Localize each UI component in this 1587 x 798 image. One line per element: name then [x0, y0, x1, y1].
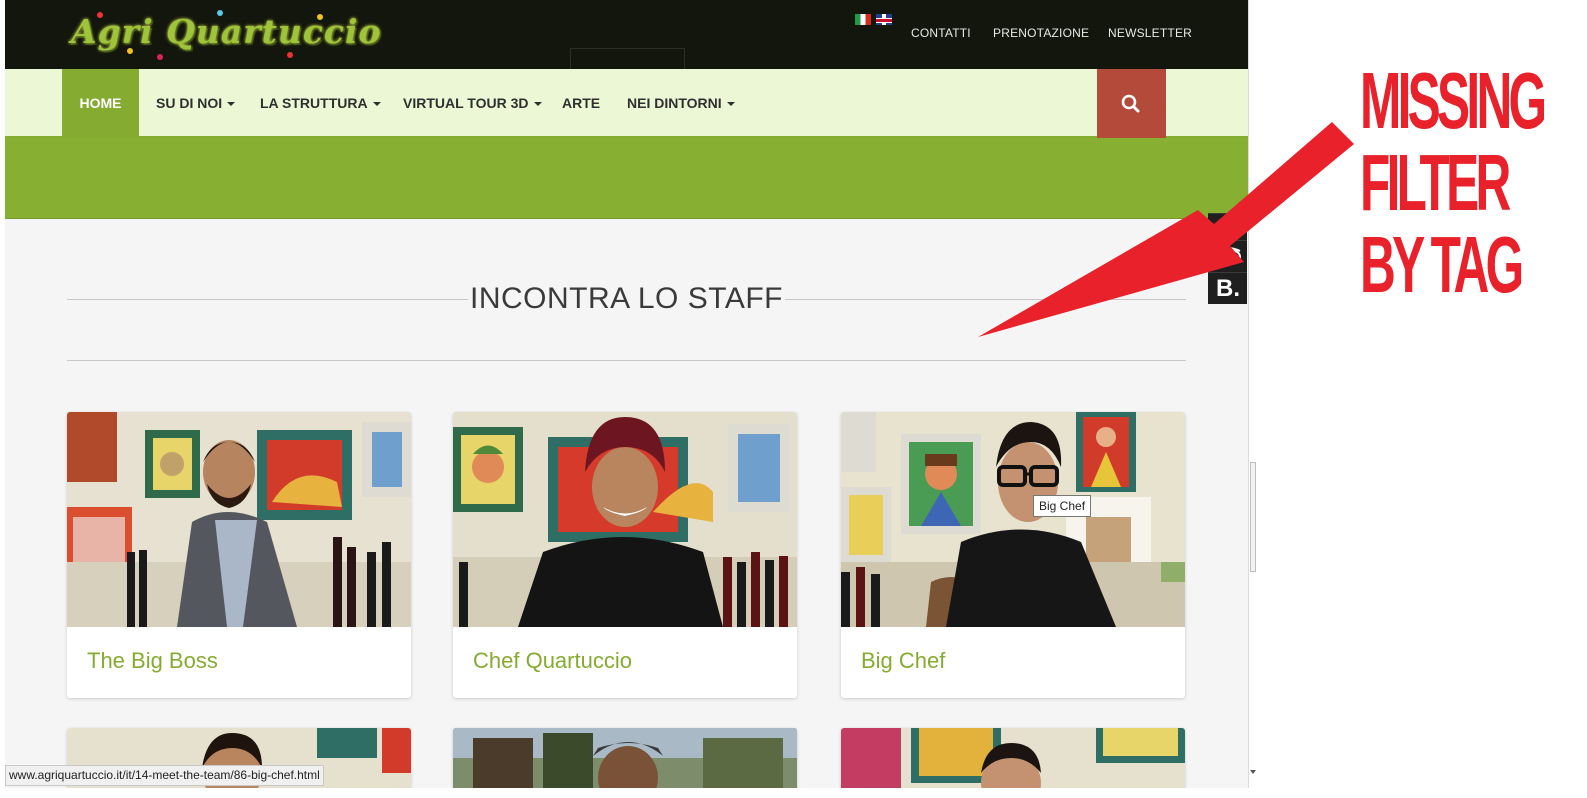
staff-card-big-boss[interactable]: The Big Boss [67, 412, 411, 698]
staff-photo[interactable] [453, 412, 797, 627]
logo-text: Agri Quartuccio [71, 12, 382, 51]
scroll-down-arrow-icon[interactable] [1250, 770, 1256, 774]
staff-photo[interactable] [841, 412, 1185, 627]
top-link-newsletter[interactable]: NEWSLETTER [1108, 26, 1192, 40]
nav-label: HOME [79, 95, 122, 111]
nav-label: LA STRUTTURA [260, 95, 368, 111]
staff-photo[interactable] [841, 728, 1185, 788]
annotation-line: BY TAG [1360, 220, 1524, 309]
annotation-arrow-icon [978, 122, 1354, 337]
caret-down-icon [227, 102, 236, 107]
nav-item-nei-dintorni[interactable]: NEI DINTORNI [627, 69, 735, 136]
top-tab-outline [570, 48, 685, 70]
nav-item-la-struttura[interactable]: LA STRUTTURA [260, 69, 381, 136]
top-link-prenotazione[interactable]: PRENOTAZIONE [993, 26, 1089, 40]
staff-name[interactable]: The Big Boss [87, 648, 218, 674]
italian-flag-icon[interactable] [855, 14, 871, 25]
annotation-text: MISSING FILTER BY TAG [1360, 56, 1547, 309]
staff-card-row2-2[interactable] [453, 728, 797, 788]
top-link-contatti[interactable]: CONTATTI [911, 26, 971, 40]
scrollbar-thumb[interactable] [1250, 462, 1256, 572]
caret-down-icon [533, 102, 542, 107]
staff-photo[interactable] [453, 728, 797, 788]
nav-label: VIRTUAL TOUR 3D [403, 95, 529, 111]
nav-item-arte[interactable]: ARTE [562, 69, 600, 136]
staff-name[interactable]: Big Chef [861, 648, 945, 674]
staff-photo[interactable] [67, 412, 411, 627]
nav-item-virtual-tour[interactable]: VIRTUAL TOUR 3D [403, 69, 542, 136]
caret-down-icon [372, 102, 381, 107]
nav-item-home[interactable]: HOME [62, 69, 139, 136]
tooltip: Big Chef [1033, 495, 1092, 517]
annotation-line: FILTER [1360, 138, 1511, 227]
site-logo[interactable]: Agri Quartuccio [67, 8, 381, 66]
nav-label: SU DI NOI [156, 95, 223, 111]
nav-label: NEI DINTORNI [627, 95, 722, 111]
top-bar: Agri Quartuccio CONTATTI PRENOTAZIONE NE… [5, 0, 1248, 70]
nav-label: ARTE [562, 95, 601, 111]
staff-card-big-chef[interactable]: Big Chef [841, 412, 1185, 698]
caret-down-icon [726, 102, 735, 107]
nav-item-su-di-noi[interactable]: SU DI NOI [156, 69, 236, 136]
staff-card-chef-quartuccio[interactable]: Chef Quartuccio [453, 412, 797, 698]
browser-status-bar: www.agriquartuccio.it/it/14-meet-the-tea… [5, 765, 324, 786]
language-switcher [855, 14, 893, 32]
english-flag-icon[interactable] [876, 14, 893, 25]
staff-name[interactable]: Chef Quartuccio [473, 648, 632, 674]
section-divider [67, 360, 1186, 361]
staff-card-row2-3[interactable] [841, 728, 1185, 788]
annotation-line: MISSING [1360, 56, 1547, 145]
